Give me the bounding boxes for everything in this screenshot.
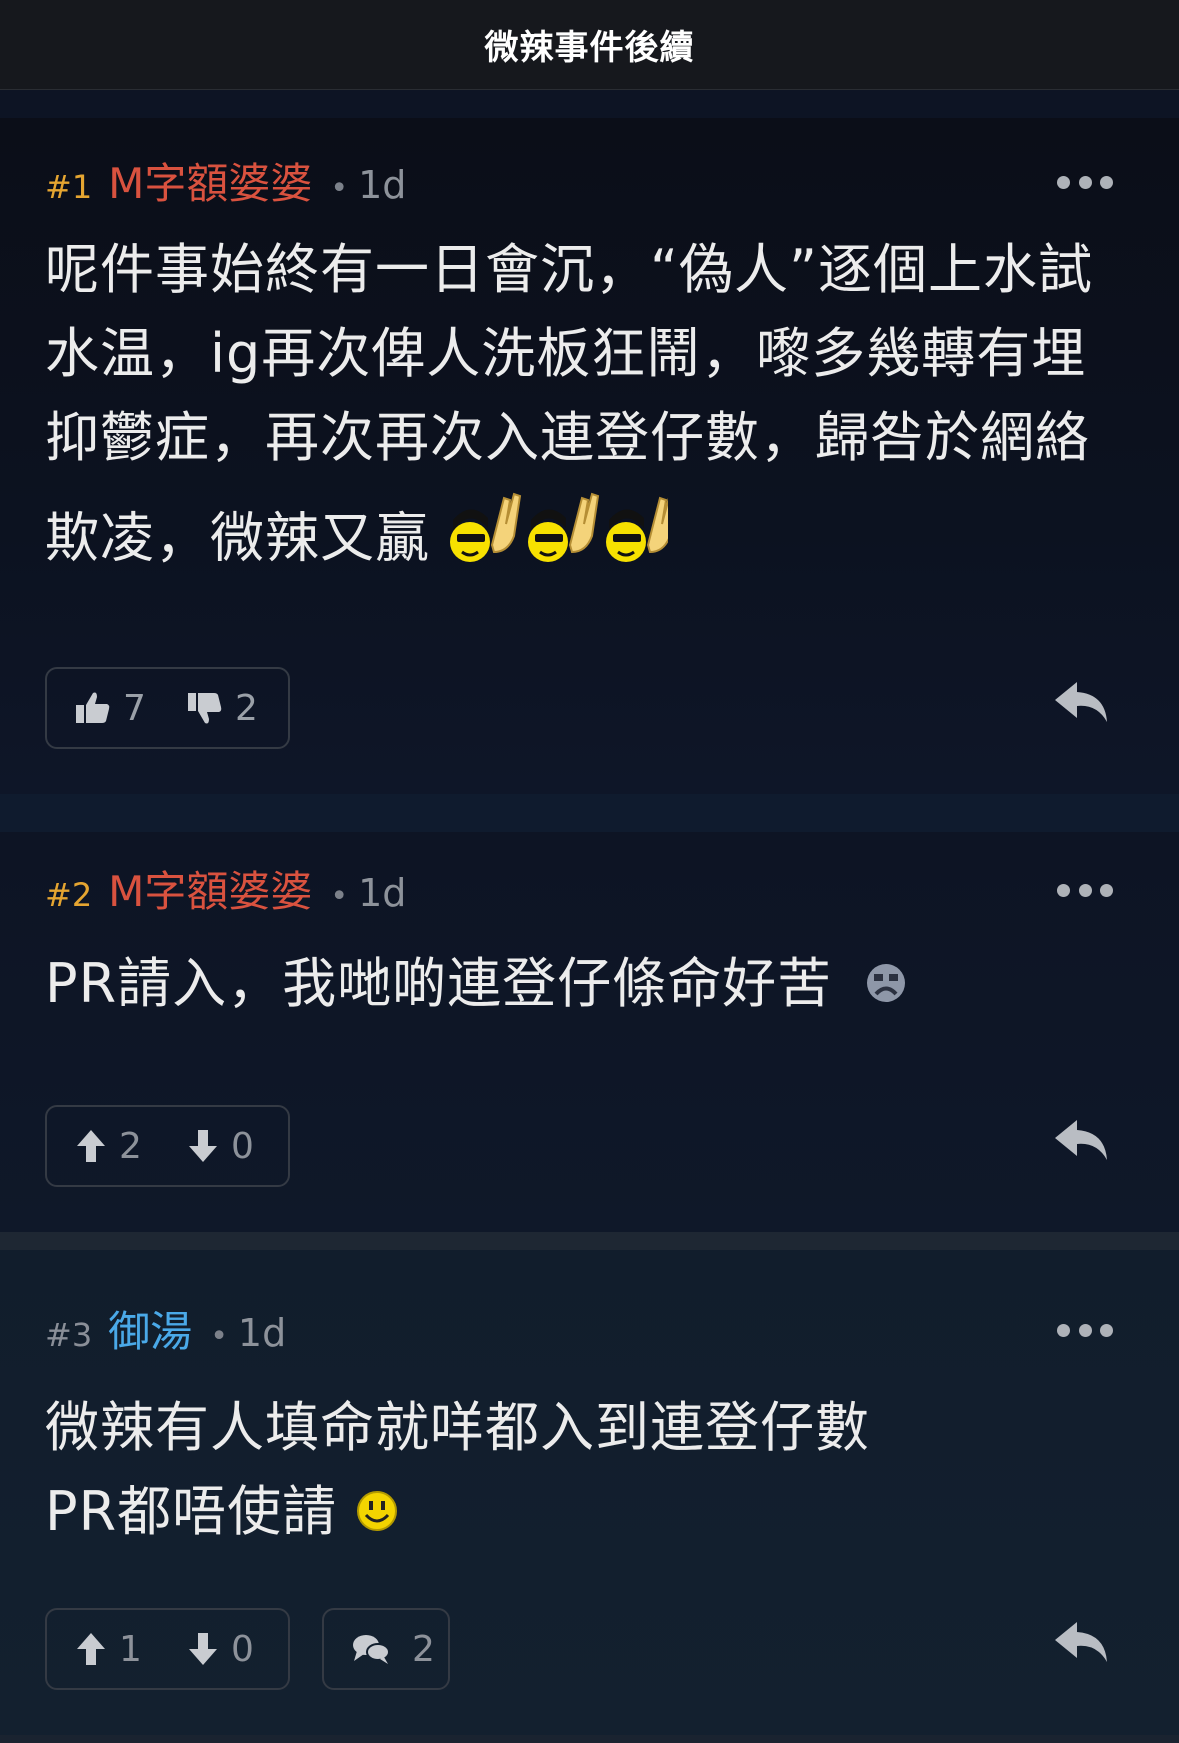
content-line-with-emoji: PR都唔使請 xyxy=(45,1470,1135,1557)
thread-title: 微辣事件後續 xyxy=(484,28,695,68)
username[interactable]: M字額婆婆 xyxy=(108,858,312,919)
post-content: 微辣有人填命就咩都入到連登仔數 PR都唔使請 xyxy=(45,1386,1135,1557)
meta-separator: • xyxy=(330,879,349,914)
more-icon[interactable] xyxy=(1057,882,1113,898)
post-3: #3 御湯 • 1d 微辣有人填命就咩都入到連登仔數 PR都唔使請 1 0 2 xyxy=(0,1250,1179,1735)
post-1: #1 M字額婆婆 • 1d 呢件事始終有一日會沉，“偽人”逐個上水試 水温，ig… xyxy=(0,118,1179,794)
upvote-count: 2 xyxy=(119,1125,142,1167)
content-line: PR都唔使請 xyxy=(45,1480,338,1543)
sad-face-emoji-icon xyxy=(864,945,908,1029)
content-line: 抑鬱症，再次再次入連登仔數，歸咎於網絡 xyxy=(45,406,1090,469)
content-line-with-emoji: 欺凌，微辣又贏 xyxy=(45,490,1135,594)
arrow-down-icon xyxy=(189,1130,217,1162)
meta-separator: • xyxy=(210,1319,228,1354)
like-button[interactable]: 7 xyxy=(47,688,159,729)
upvote-button[interactable]: 1 xyxy=(47,1629,159,1670)
reply-arrow-icon[interactable] xyxy=(1053,1618,1109,1670)
arrow-up-icon xyxy=(77,1130,105,1162)
floor-number: #1 xyxy=(45,168,93,206)
content-line: 微辣有人填命就咩都入到連登仔數 xyxy=(45,1396,870,1459)
floor-number: #3 xyxy=(45,1316,93,1354)
content-line: 欺凌，微辣又贏 xyxy=(45,506,430,570)
arrow-down-icon xyxy=(189,1633,217,1665)
post-time: 1d xyxy=(237,1311,287,1355)
content-line: PR請入，我哋啲連登仔條命好苦 xyxy=(45,952,833,1015)
post-meta: #2 M字額婆婆 • 1d xyxy=(45,858,406,919)
post-meta: #1 M字額婆婆 • 1d xyxy=(45,150,406,211)
speech-bubble-icon xyxy=(353,1635,390,1664)
smile-emoji-icon xyxy=(355,1473,399,1557)
like-count: 7 xyxy=(123,687,146,729)
reply-arrow-icon[interactable] xyxy=(1053,678,1109,730)
downvote-button[interactable]: 0 xyxy=(159,1629,271,1670)
downvote-button[interactable]: 0 xyxy=(159,1126,271,1167)
more-icon[interactable] xyxy=(1057,1322,1113,1338)
post-separator xyxy=(0,1232,1179,1250)
comment-count: 2 xyxy=(412,1628,435,1670)
post-time: 1d xyxy=(358,871,407,915)
arrow-up-icon xyxy=(77,1633,105,1665)
comments-button[interactable]: 2 xyxy=(322,1608,450,1690)
content-line: 呢件事始終有一日會沉，“偽人”逐個上水試 xyxy=(45,238,1093,301)
thumbs-up-icon xyxy=(76,692,110,723)
dislike-button[interactable]: 2 xyxy=(159,688,271,729)
thumbs-down-icon xyxy=(188,693,222,724)
header-gap xyxy=(0,90,1179,118)
post-content: PR請入，我哋啲連登仔條命好苦 xyxy=(45,942,1135,1029)
vote-box: 2 0 xyxy=(45,1105,290,1187)
post-separator xyxy=(0,794,1179,832)
vote-box: 1 0 xyxy=(45,1608,290,1690)
top-bar: 微辣事件後續 xyxy=(0,0,1179,90)
bottom-divider xyxy=(0,1735,1179,1743)
more-icon[interactable] xyxy=(1057,174,1113,190)
content-line: 水温，ig再次俾人洗板狂鬧，嚟多幾轉有埋 xyxy=(45,322,1087,385)
rock-on-emoji-icon xyxy=(448,490,678,594)
vote-box: 7 2 xyxy=(45,667,290,749)
meta-separator: • xyxy=(330,171,349,206)
post-time: 1d xyxy=(358,163,407,207)
floor-number: #2 xyxy=(45,876,93,914)
post-content: 呢件事始終有一日會沉，“偽人”逐個上水試 水温，ig再次俾人洗板狂鬧，嚟多幾轉有… xyxy=(45,228,1135,594)
downvote-count: 0 xyxy=(231,1628,254,1670)
upvote-count: 1 xyxy=(119,1628,142,1670)
username[interactable]: M字額婆婆 xyxy=(108,150,312,211)
reply-arrow-icon[interactable] xyxy=(1053,1116,1109,1168)
post-meta: #3 御湯 • 1d xyxy=(45,1298,286,1359)
username[interactable]: 御湯 xyxy=(108,1298,192,1359)
upvote-button[interactable]: 2 xyxy=(47,1126,159,1167)
downvote-count: 0 xyxy=(231,1125,254,1167)
post-2: #2 M字額婆婆 • 1d PR請入，我哋啲連登仔條命好苦 2 0 xyxy=(0,832,1179,1232)
dislike-count: 2 xyxy=(235,687,258,729)
